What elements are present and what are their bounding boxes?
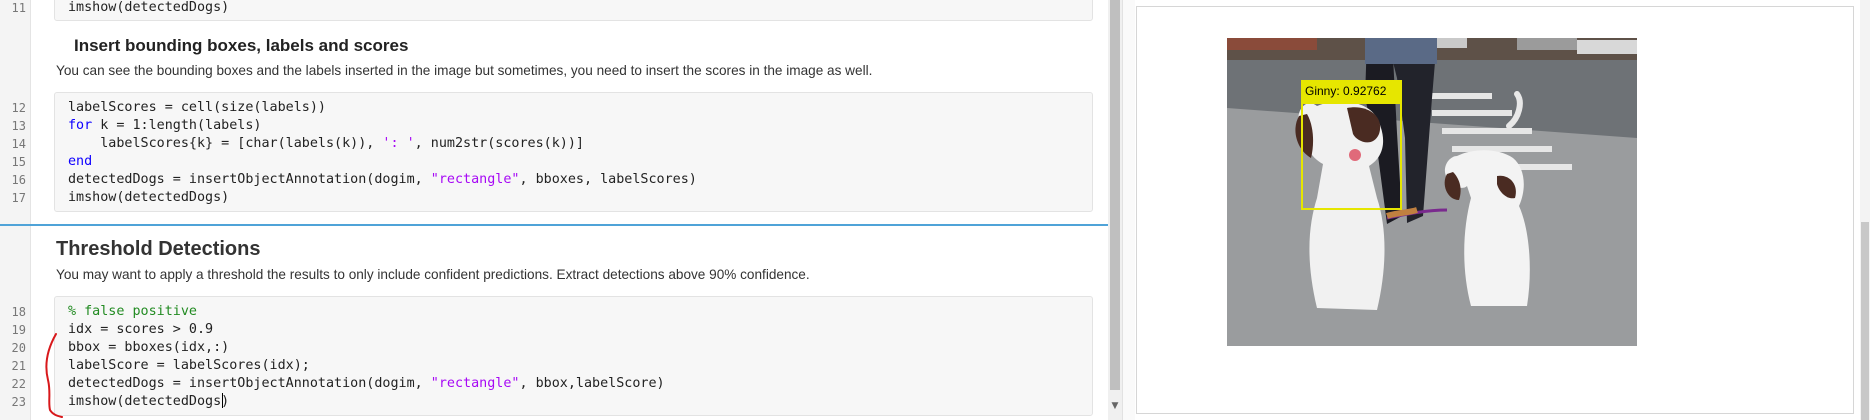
line-number: 18 [11, 305, 26, 319]
section-text-threshold: You may want to apply a threshold the re… [56, 267, 810, 282]
code-token: , bbox,labelScore) [519, 376, 665, 391]
red-annotation-bracket [45, 333, 63, 418]
line-number: 19 [11, 323, 26, 337]
line-number: 15 [11, 155, 26, 169]
line-number: 17 [11, 191, 26, 205]
output-scrollbar-thumb[interactable] [1861, 222, 1869, 420]
section-heading-bounding-boxes: Insert bounding boxes, labels and scores [74, 36, 409, 55]
string-token: "rectangle" [430, 172, 520, 187]
editor-scrollbar-thumb[interactable] [1110, 0, 1120, 390]
line-number: 14 [11, 137, 26, 151]
line-number: 16 [11, 173, 26, 187]
code-line[interactable]: bbox = bboxes(idx,:) [68, 339, 229, 357]
live-script-editor[interactable]: 11 12 13 14 15 16 17 18 19 20 21 22 23 i… [0, 0, 1108, 420]
code-line[interactable]: labelScores = cell(size(labels)) [68, 99, 326, 117]
section-heading-threshold: Threshold Detections [56, 238, 261, 260]
scroll-down-arrow-icon[interactable]: ▼ [1110, 400, 1120, 412]
code-line[interactable]: labelScore = labelScores(idx); [68, 357, 310, 375]
code-token: , bboxes, labelScores) [519, 172, 697, 187]
detection-bounding-box [1301, 102, 1402, 210]
code-line[interactable]: imshow(detectedDogs) [68, 189, 229, 207]
panel-splitter[interactable] [1122, 0, 1135, 420]
code-line[interactable]: for k = 1:length(labels) [68, 117, 262, 135]
string-token: "rectangle" [430, 376, 520, 391]
code-line[interactable]: imshow(detectedDogs) [68, 393, 229, 411]
code-token: detectedDogs = insertObjectAnnotation(do… [68, 376, 431, 391]
string-token: ': ' [382, 136, 415, 151]
line-number: 21 [11, 359, 26, 373]
section-text-bounding-boxes: You can see the bounding boxes and the l… [56, 63, 873, 78]
keyword-token: end [68, 154, 93, 169]
code-token: , num2str(scores(k))] [414, 136, 584, 151]
line-number: 11 [11, 1, 26, 15]
line-number: 20 [11, 341, 26, 355]
code-line[interactable]: imshow(detectedDogs) [68, 0, 229, 17]
code-line[interactable]: idx = scores > 0.9 [68, 321, 213, 339]
line-number: 12 [11, 101, 26, 115]
line-number-gutter: 11 12 13 14 15 16 17 18 19 20 21 22 23 [0, 0, 31, 420]
code-line[interactable]: detectedDogs = insertObjectAnnotation(do… [68, 171, 697, 189]
code-token: k = 1:length(labels) [92, 118, 262, 133]
code-line[interactable]: end [68, 153, 92, 171]
code-token: labelScores{k} = [char(labels(k)), [68, 136, 383, 151]
text-cursor [222, 393, 223, 408]
line-number: 13 [11, 119, 26, 133]
keyword-token: for [68, 118, 93, 133]
line-number: 23 [11, 395, 26, 409]
detection-label: Ginny: 0.92762 [1301, 80, 1402, 102]
dogs-photo-illustration [1227, 38, 1637, 346]
section-divider [0, 224, 1108, 226]
line-number: 22 [11, 377, 26, 391]
code-comment-line[interactable]: % false positive [68, 303, 197, 321]
code-line[interactable]: labelScores{k} = [char(labels(k)), ': ',… [68, 135, 584, 153]
code-token: detectedDogs = insertObjectAnnotation(do… [68, 172, 431, 187]
code-line[interactable]: detectedDogs = insertObjectAnnotation(do… [68, 375, 665, 393]
output-image-dogs [1227, 38, 1637, 346]
